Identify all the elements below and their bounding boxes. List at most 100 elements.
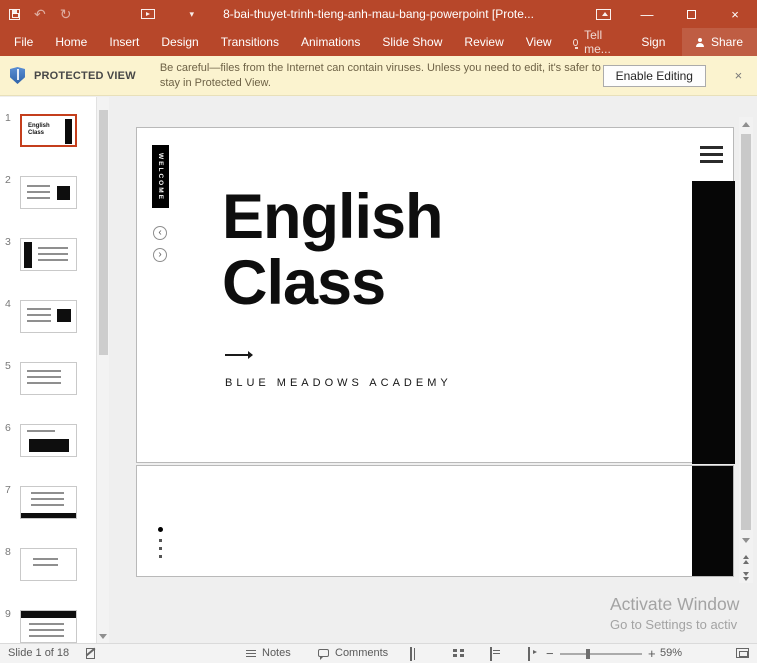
slide-thumbnail[interactable]: English Class: [20, 114, 77, 147]
fit-slide-to-window-icon[interactable]: [736, 648, 749, 658]
protected-view-label: PROTECTED VIEW: [34, 69, 136, 82]
double-chevron-up-icon: [742, 560, 749, 564]
next-slide-button[interactable]: [742, 572, 749, 581]
slide-thumbnail[interactable]: [20, 176, 77, 209]
tab-review[interactable]: Review: [453, 28, 514, 56]
bullet-placeholder: [159, 539, 162, 542]
ribbon-right-group: Tell me... Sign in Share: [563, 28, 757, 77]
thumbnail-item-3[interactable]: 3: [0, 236, 96, 276]
sign-in-button[interactable]: Sign in: [628, 28, 682, 77]
zoom-level[interactable]: 59%: [660, 647, 682, 659]
slide-thumbnail[interactable]: [20, 548, 77, 581]
slide-thumbnail[interactable]: [20, 610, 77, 643]
zoom-out-button[interactable]: −: [546, 646, 554, 661]
tell-me-box[interactable]: Tell me...: [563, 28, 629, 56]
enable-editing-button[interactable]: Enable Editing: [602, 64, 706, 87]
slide-number: 8: [5, 546, 11, 558]
previous-slide-button[interactable]: [742, 555, 749, 564]
thumbnail-item-5[interactable]: 5: [0, 360, 96, 400]
slide-subtitle-text: BLUE MEADOWS ACADEMY: [225, 377, 452, 389]
maximize-button[interactable]: [669, 0, 713, 28]
thumbnail-item-8[interactable]: 8: [0, 546, 96, 586]
thumbnail-item-9[interactable]: 9: [0, 608, 96, 643]
slide-thumbnail[interactable]: [20, 362, 77, 395]
scrollbar-thumb[interactable]: [741, 134, 751, 530]
slide-number: 6: [5, 422, 11, 434]
save-icon[interactable]: [9, 8, 20, 20]
tab-home[interactable]: Home: [44, 28, 98, 56]
slide-number: 1: [5, 112, 11, 124]
slide-number: 4: [5, 298, 11, 310]
zoom-slider-thumb[interactable]: [586, 649, 590, 659]
proofing-status-icon[interactable]: [86, 648, 95, 659]
zoom-in-button[interactable]: +: [648, 646, 656, 661]
thumbnail-item-1[interactable]: 1 English Class: [0, 112, 96, 152]
slide-prev-circle-shape: ‹: [153, 226, 167, 240]
tab-file[interactable]: File: [3, 28, 44, 56]
bullet-placeholder: [158, 527, 163, 532]
zoom-slider[interactable]: [560, 649, 642, 659]
tab-transitions[interactable]: Transitions: [210, 28, 290, 56]
share-label: Share: [710, 35, 743, 49]
normal-view-icon[interactable]: [410, 647, 412, 661]
thumbnail-item-2[interactable]: 2: [0, 174, 96, 214]
close-button[interactable]: ×: [713, 0, 757, 28]
slide-thumbnail-panel: 1 English Class 2 3 4 5 6 7 8 9: [0, 97, 96, 643]
person-icon: [696, 37, 705, 47]
maximize-icon: [686, 9, 696, 19]
slide-number: 9: [5, 608, 11, 620]
slide-show-view-icon[interactable]: [528, 647, 530, 661]
title-bar: ↶ ↻ ▾ 8-bai-thuyet-trinh-tieng-anh-mau-b…: [0, 0, 757, 28]
slide-number: 5: [5, 360, 11, 372]
window-controls: — ×: [596, 0, 757, 28]
slide-thumbnail[interactable]: [20, 300, 77, 333]
tab-insert[interactable]: Insert: [98, 28, 150, 56]
slide-number: 7: [5, 484, 11, 496]
powerpoint-window: ↶ ↻ ▾ 8-bai-thuyet-trinh-tieng-anh-mau-b…: [0, 0, 757, 663]
redo-icon[interactable]: ↻: [60, 7, 72, 21]
window-title: 8-bai-thuyet-trinh-tieng-anh-mau-bang-po…: [223, 7, 534, 21]
undo-icon[interactable]: ↶: [34, 7, 46, 21]
tell-me-label: Tell me...: [584, 28, 611, 56]
minimize-button[interactable]: —: [625, 0, 669, 28]
reading-view-icon[interactable]: [490, 647, 492, 661]
slide-canvas[interactable]: WELCOME ‹ › English Class BLUE MEADOWS A…: [136, 127, 735, 464]
presentation-display-icon[interactable]: [596, 8, 611, 20]
slide-title-text: English Class: [222, 182, 444, 318]
thumbnail-title-text: English Class: [28, 123, 50, 136]
scroll-up-arrow-icon[interactable]: [742, 122, 750, 127]
share-button[interactable]: Share: [681, 28, 757, 56]
tab-slide-show[interactable]: Slide Show: [371, 28, 453, 56]
slide-next-circle-shape: ›: [153, 248, 167, 262]
slide-thumbnail[interactable]: [20, 486, 77, 519]
scroll-down-arrow-icon[interactable]: [742, 538, 750, 543]
vertical-scrollbar[interactable]: [739, 117, 753, 583]
scroll-down-arrow-icon[interactable]: [99, 634, 107, 639]
tab-view[interactable]: View: [515, 28, 563, 56]
protected-view-message: Be careful—files from the Internet can c…: [159, 61, 601, 89]
activate-windows-watermark-sub: Go to Settings to activ: [610, 617, 738, 632]
black-sidebar-shape: [692, 466, 733, 576]
scrollbar-thumb[interactable]: [99, 110, 108, 355]
slide-thumbnail[interactable]: [20, 424, 77, 457]
thumbnail-panel-scrollbar[interactable]: [96, 97, 109, 643]
comments-button[interactable]: Comments: [318, 647, 389, 660]
double-chevron-down-icon: [742, 572, 749, 576]
notes-icon: [246, 649, 256, 657]
slide-thumbnail[interactable]: [20, 238, 77, 271]
comment-icon: [318, 649, 329, 660]
thumbnail-item-6[interactable]: 6: [0, 422, 96, 462]
thumbnail-item-4[interactable]: 4: [0, 298, 96, 338]
next-slide-partial[interactable]: [136, 465, 734, 577]
thumbnail-item-7[interactable]: 7: [0, 484, 96, 524]
tab-animations[interactable]: Animations: [290, 28, 371, 56]
notes-button[interactable]: Notes: [246, 647, 291, 659]
hamburger-menu-icon: [700, 147, 723, 161]
status-bar: Slide 1 of 18 Notes Comments − + 59%: [0, 643, 757, 663]
shield-icon: [10, 67, 25, 84]
double-chevron-down-icon: [742, 577, 749, 581]
tab-design[interactable]: Design: [150, 28, 209, 56]
comments-label: Comments: [335, 647, 389, 659]
banner-close-icon[interactable]: ×: [728, 68, 749, 83]
double-chevron-up-icon: [742, 555, 749, 559]
